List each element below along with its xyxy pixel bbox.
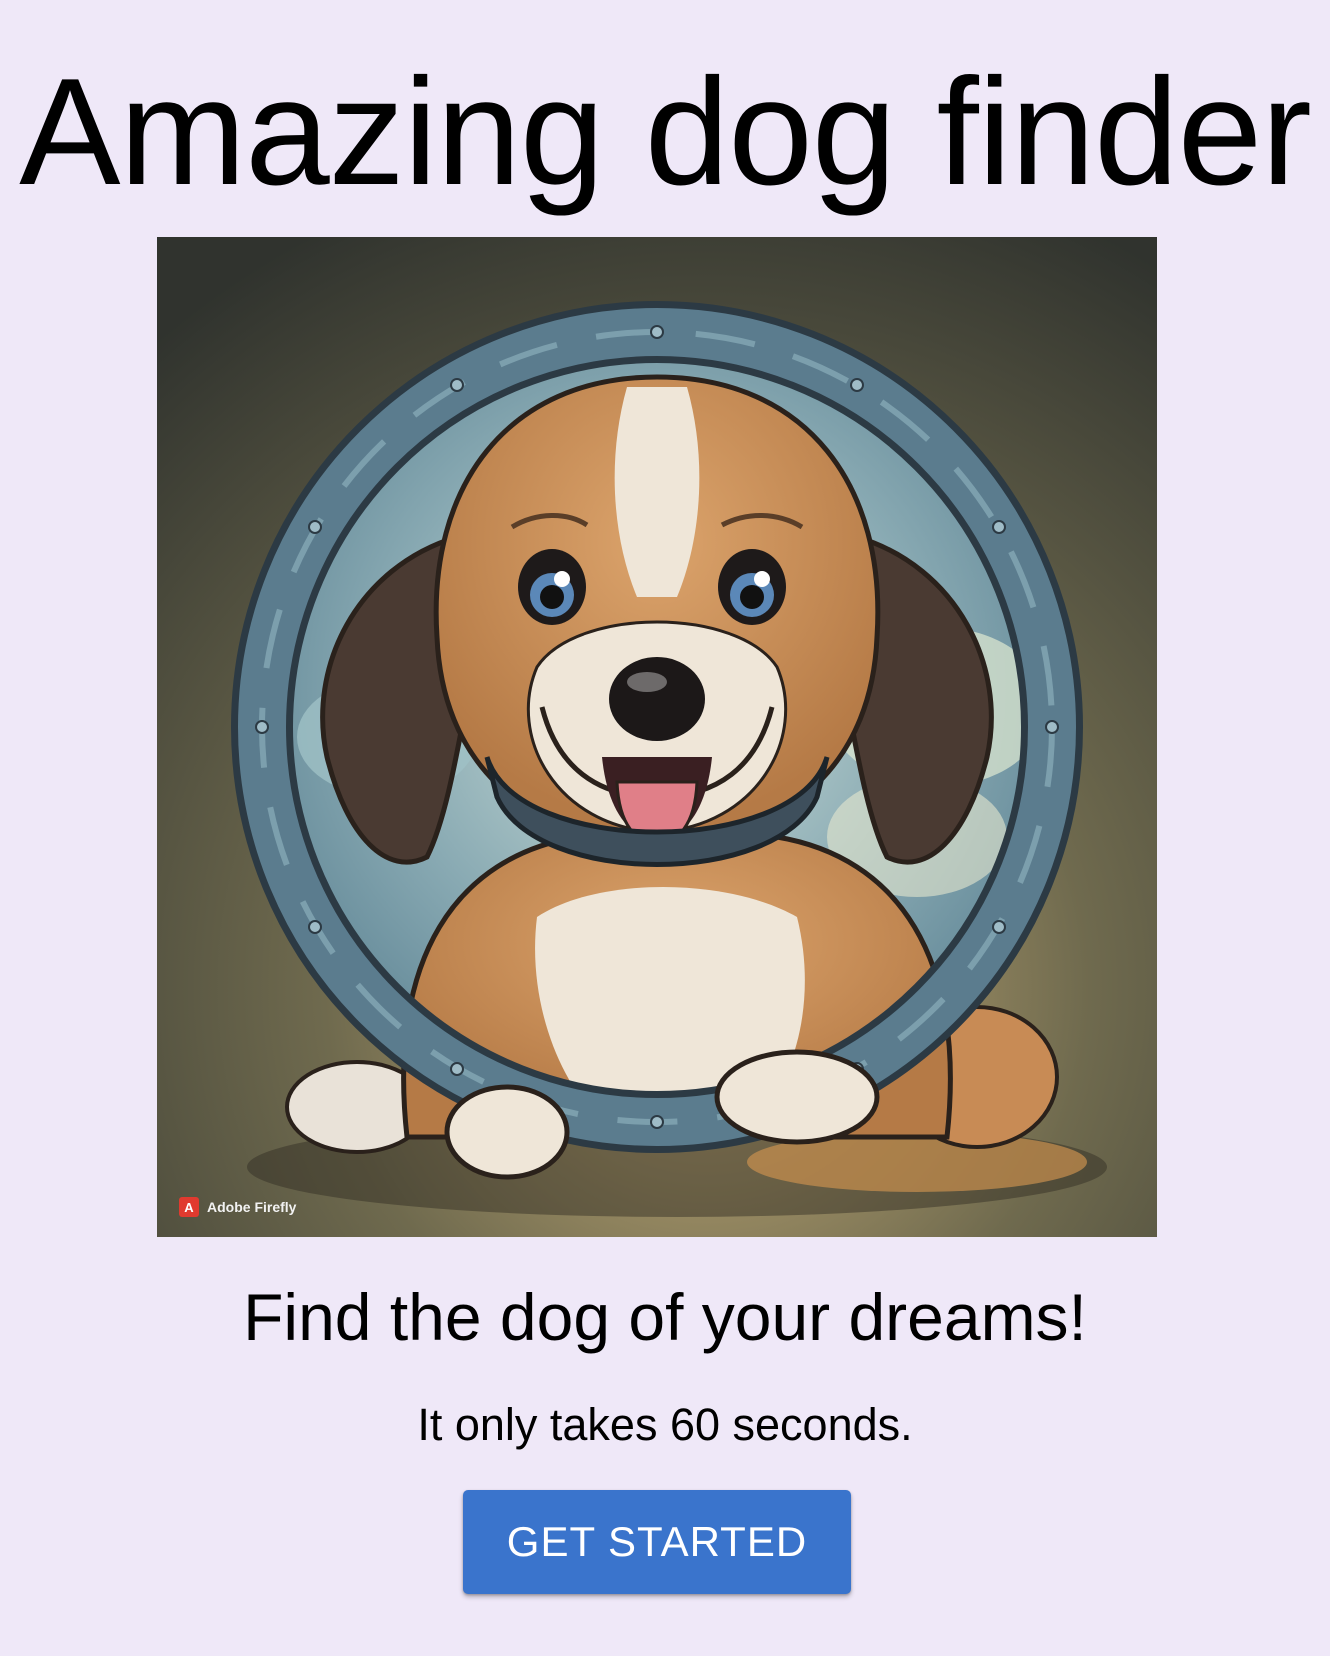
hero-subtitle: Find the dog of your dreams! <box>243 1280 1087 1354</box>
dog-illustration <box>157 237 1157 1237</box>
adobe-firefly-watermark: A Adobe Firefly <box>179 1197 296 1217</box>
landing-page: Amazing dog finder A Adobe Firefly Find … <box>0 0 1330 1656</box>
adobe-logo-icon: A <box>179 1197 199 1217</box>
get-started-button[interactable]: GET STARTED <box>463 1490 851 1594</box>
hero-tagline: It only takes 60 seconds. <box>417 1399 913 1450</box>
page-title: Amazing dog finder <box>19 47 1312 217</box>
watermark-label: Adobe Firefly <box>207 1199 297 1215</box>
hero-image: A Adobe Firefly <box>157 237 1157 1237</box>
